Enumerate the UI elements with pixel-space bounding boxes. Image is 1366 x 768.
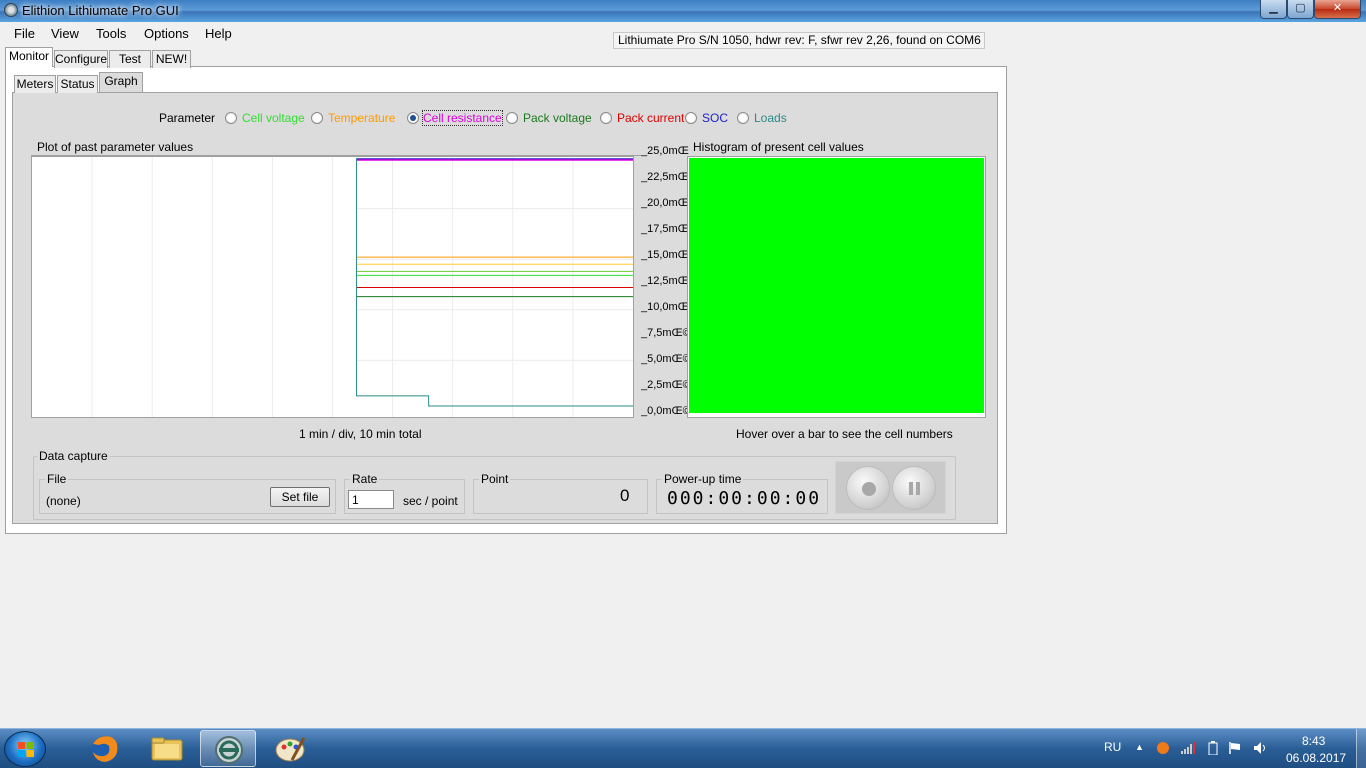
menu-file[interactable]: File (14, 26, 35, 41)
avast-icon[interactable] (1156, 741, 1170, 755)
clock-date[interactable]: 06.08.2017 (1286, 751, 1346, 765)
y-tick-label: _2,5mŒ© (641, 379, 689, 391)
explorer-icon (151, 737, 183, 761)
elithion-icon (215, 736, 243, 764)
menu-view[interactable]: View (51, 26, 79, 41)
y-tick-label: _0,0mŒ© (641, 405, 689, 417)
history-plot-canvas (91, 157, 633, 417)
radio-label-loads[interactable]: Loads (754, 111, 787, 125)
device-info-field: Lithiumate Pro S/N 1050, hdwr rev: F, sf… (613, 32, 985, 49)
tab-status[interactable]: Status (57, 75, 98, 93)
close-button[interactable]: ✕ (1314, 0, 1361, 19)
pause-button[interactable] (892, 466, 936, 510)
pause-icon (916, 482, 920, 495)
windows-logo-icon (18, 742, 34, 757)
y-tick-label: _5,0mŒ© (641, 353, 689, 365)
radio-loads[interactable] (737, 112, 749, 124)
radio-label-soc[interactable]: SOC (702, 111, 728, 125)
radio-soc[interactable] (685, 112, 697, 124)
radio-cell-voltage[interactable] (225, 112, 237, 124)
clock-time[interactable]: 8:43 (1302, 734, 1325, 748)
plot-title: Plot of past parameter values (37, 140, 194, 154)
battery-icon[interactable] (1206, 741, 1220, 756)
rate-label: Rate (350, 472, 380, 486)
record-icon (862, 482, 876, 496)
taskbar-firefox[interactable] (77, 730, 133, 767)
paint-icon (275, 737, 306, 762)
volume-icon[interactable] (1253, 741, 1267, 755)
parameter-label: Parameter (159, 111, 216, 125)
menu-tools[interactable]: Tools (96, 26, 126, 41)
title-bar: Elithion Lithiumate Pro GUI (0, 0, 1366, 22)
rate-unit: sec / point (403, 494, 458, 508)
radio-label-pack-current[interactable]: Pack current (617, 111, 684, 125)
window-title: Elithion Lithiumate Pro GUI (22, 3, 179, 18)
radio-label-temperature[interactable]: Temperature (328, 111, 395, 125)
radio-label-pack-voltage[interactable]: Pack voltage (523, 111, 592, 125)
y-tick-label: _17,5mŒ© (641, 223, 689, 235)
rate-input[interactable] (348, 490, 394, 509)
y-tick-label: _25,0mŒ© (641, 145, 689, 157)
signal-icon[interactable] (1180, 741, 1195, 755)
y-tick-label: _10,0mŒ© (641, 301, 689, 313)
y-tick-label: _15,0mŒ© (641, 249, 689, 261)
minimize-button[interactable]: ▁ (1260, 0, 1287, 19)
maximize-button[interactable]: ▢ (1287, 0, 1314, 19)
powerup-value: 000:00:00:00 (667, 488, 822, 509)
pause-icon (909, 482, 913, 495)
set-file-button[interactable]: Set file (270, 487, 330, 507)
tab-graph[interactable]: Graph (99, 72, 143, 92)
y-tick-label: _12,5mŒ© (641, 275, 689, 287)
y-tick-label: _22,5mŒ© (641, 171, 689, 183)
tab-monitor[interactable]: Monitor (5, 47, 53, 67)
y-tick-label: _20,0mŒ© (641, 197, 689, 209)
point-value: 0 (620, 486, 630, 505)
taskbar-explorer[interactable] (139, 730, 195, 767)
tab-configure[interactable]: Configure (54, 50, 108, 68)
radio-label-cell-voltage[interactable]: Cell voltage (242, 111, 305, 125)
taskbar-paint[interactable] (262, 730, 318, 767)
action-center-flag-icon[interactable] (1228, 741, 1242, 755)
app-icon (4, 3, 18, 17)
language-indicator[interactable]: RU (1104, 740, 1121, 754)
history-plot (31, 156, 634, 418)
tab-meters[interactable]: Meters (14, 75, 56, 93)
radio-temperature[interactable] (311, 112, 323, 124)
histogram-bar[interactable] (689, 158, 984, 413)
plot-caption: 1 min / div, 10 min total (299, 427, 422, 441)
file-value: (none) (46, 494, 81, 508)
menu-options[interactable]: Options (144, 26, 189, 41)
record-button[interactable] (846, 466, 890, 510)
radio-pack-current[interactable] (600, 112, 612, 124)
start-button[interactable] (4, 731, 46, 767)
radio-cell-resistance[interactable] (407, 112, 419, 124)
tray-expand-icon[interactable]: ▲ (1135, 742, 1144, 752)
taskbar-elithion[interactable] (200, 730, 256, 767)
radio-label-cell-resistance[interactable]: Cell resistance (422, 110, 503, 126)
histogram-title: Histogram of present cell values (693, 140, 864, 154)
plot-series-line (356, 158, 633, 407)
y-tick-label: _7,5mŒ© (641, 327, 689, 339)
firefox-icon (92, 736, 118, 762)
menu-help[interactable]: Help (205, 26, 232, 41)
file-label: File (45, 472, 69, 486)
tab-new[interactable]: NEW! (152, 50, 191, 68)
data-capture-title: Data capture (37, 449, 110, 463)
show-desktop-button[interactable] (1356, 729, 1366, 768)
tab-test[interactable]: Test (109, 50, 151, 68)
point-label: Point (479, 472, 511, 486)
powerup-label: Power-up time (662, 472, 744, 486)
histogram-caption: Hover over a bar to see the cell numbers (736, 427, 953, 441)
radio-pack-voltage[interactable] (506, 112, 518, 124)
